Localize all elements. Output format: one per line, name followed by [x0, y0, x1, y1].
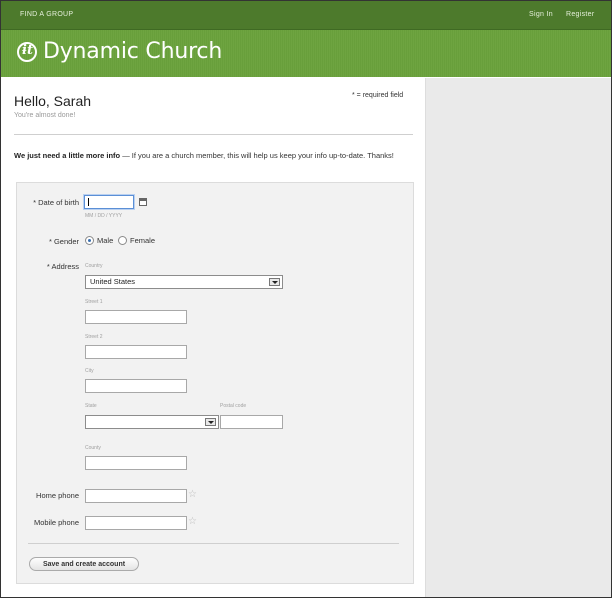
divider [14, 134, 413, 135]
top-nav: FIND A GROUP Sign In Register [1, 1, 611, 30]
side-panel [425, 78, 611, 597]
home-phone-input[interactable] [85, 489, 187, 503]
register-link[interactable]: Register [566, 11, 594, 18]
home-phone-label: Home phone [36, 491, 79, 500]
find-group-link[interactable]: FIND A GROUP [20, 11, 73, 18]
site-header: ɨt Dynamic Church [1, 30, 611, 77]
calendar-icon[interactable] [139, 198, 147, 206]
divider [28, 543, 399, 544]
page-title: Hello, Sarah [14, 93, 92, 109]
required-field-note: * = required field [352, 92, 404, 99]
gender-female-radio[interactable] [118, 236, 127, 245]
star-icon[interactable]: ☆ [188, 517, 197, 527]
sign-in-link[interactable]: Sign In [529, 11, 553, 18]
state-select[interactable] [85, 415, 219, 429]
street2-label: Street 2 [85, 334, 103, 340]
county-input[interactable] [85, 456, 187, 470]
address-label: * Address [46, 262, 79, 271]
save-create-account-button[interactable]: Save and create account [29, 557, 139, 571]
dynamic-church-logo-icon: ɨt [17, 42, 37, 62]
intro-bold: We just need a little more info [14, 151, 121, 160]
intro-text: We just need a little more info — If you… [14, 150, 412, 161]
postal-code-input[interactable] [220, 415, 283, 429]
brand-title[interactable]: Dynamic Church [43, 39, 222, 64]
gender-male-label: Male [97, 236, 114, 245]
intro-rest: — If you are a church member, this will … [120, 151, 394, 160]
postal-code-label: Postal code [220, 403, 247, 409]
state-label: State [85, 403, 97, 409]
street1-input[interactable] [85, 310, 187, 324]
country-select[interactable]: United States [85, 275, 283, 289]
dob-input[interactable] [84, 195, 134, 209]
chevron-down-icon[interactable] [205, 418, 216, 426]
star-icon[interactable]: ☆ [188, 490, 197, 500]
dob-label: * Date of birth [33, 198, 79, 207]
country-label: Country [85, 263, 103, 269]
subtitle: You're almost done! [14, 112, 76, 119]
gender-label: * Gender [48, 237, 79, 246]
chevron-down-icon[interactable] [269, 278, 280, 286]
city-input[interactable] [85, 379, 187, 393]
gender-female-label: Female [130, 236, 156, 245]
gender-male-radio[interactable] [85, 236, 94, 245]
country-value: United States [90, 277, 136, 286]
county-label: County [85, 445, 101, 451]
page-frame: FIND A GROUP Sign In Register ɨt Dynamic… [0, 0, 612, 598]
street2-input[interactable] [85, 345, 187, 359]
mobile-phone-input[interactable] [85, 516, 187, 530]
mobile-phone-label: Mobile phone [33, 518, 79, 527]
dob-hint: MM / DD / YYYY [85, 213, 123, 219]
city-label: City [85, 368, 94, 374]
street1-label: Street 1 [85, 299, 103, 305]
